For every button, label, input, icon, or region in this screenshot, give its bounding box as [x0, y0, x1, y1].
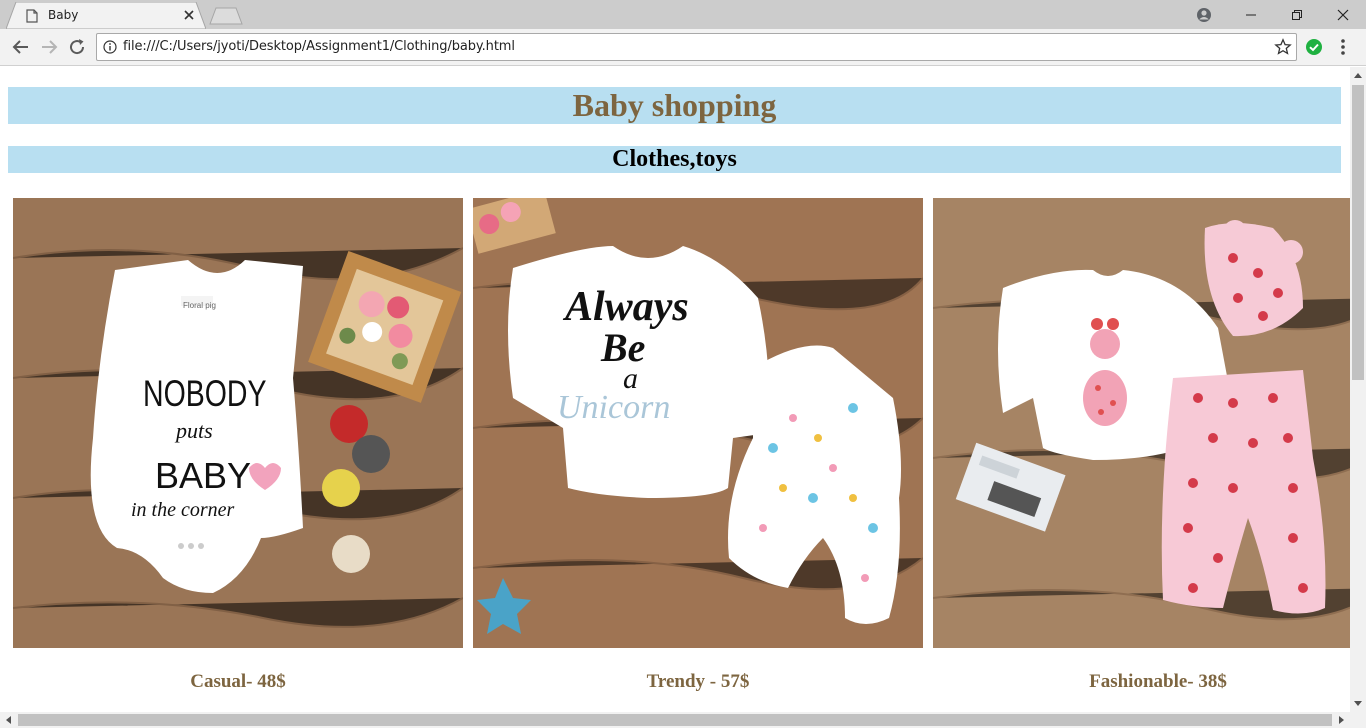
forward-icon[interactable]: [39, 37, 59, 57]
svg-text:Floral pig: Floral pig: [183, 301, 216, 310]
svg-text:BABY: BABY: [155, 455, 251, 496]
page-viewport: Baby shopping Clothes,toys Floral pig NO…: [0, 67, 1350, 712]
minimize-button[interactable]: [1228, 0, 1274, 29]
page-icon: [26, 9, 38, 23]
scroll-left-arrow[interactable]: [0, 712, 16, 728]
product-image-fashionable: [933, 198, 1350, 648]
url-text[interactable]: file:///C:/Users/jyoti/Desktop/Assignmen…: [123, 39, 515, 54]
back-icon[interactable]: [11, 37, 31, 57]
svg-text:puts: puts: [174, 418, 213, 443]
new-tab-button[interactable]: [208, 7, 244, 25]
close-window-icon: [1337, 9, 1349, 20]
close-icon[interactable]: [182, 8, 196, 22]
menu-icon[interactable]: [1336, 37, 1350, 57]
horizontal-scrollbar[interactable]: [0, 712, 1366, 728]
tab-strip: Baby: [0, 0, 1366, 29]
svg-text:in the corner: in the corner: [131, 499, 235, 521]
minimize-icon: [1246, 14, 1256, 15]
product-card: Floral pig NOBODY puts BABY in the corne…: [13, 198, 463, 692]
scroll-up-arrow[interactable]: [1350, 67, 1366, 83]
tab-title: Baby: [48, 8, 79, 22]
vertical-scroll-thumb[interactable]: [1352, 85, 1364, 380]
star-icon[interactable]: [1274, 38, 1292, 56]
product-image-trendy: Always Be a Unicorn: [473, 198, 923, 648]
close-window-button[interactable]: [1320, 0, 1366, 29]
svg-text:Unicorn: Unicorn: [557, 389, 670, 426]
product-caption: Casual- 48$: [190, 671, 286, 692]
product-card: Always Be a Unicorn Trendy - 57$: [473, 198, 923, 692]
browser-tab[interactable]: Baby: [6, 2, 206, 29]
product-caption: Fashionable- 38$: [1089, 671, 1227, 692]
product-card: Fashionable- 38$: [933, 198, 1350, 692]
info-icon[interactable]: [103, 40, 117, 54]
check-icon[interactable]: [1305, 38, 1323, 56]
svg-text:Always: Always: [562, 284, 689, 330]
vertical-scrollbar[interactable]: [1350, 67, 1366, 712]
scroll-right-arrow[interactable]: [1334, 712, 1350, 728]
product-image-casual: Floral pig NOBODY puts BABY in the corne…: [13, 198, 463, 648]
scroll-down-arrow[interactable]: [1350, 696, 1366, 712]
restore-icon: [1292, 9, 1302, 20]
address-bar[interactable]: file:///C:/Users/jyoti/Desktop/Assignmen…: [96, 33, 1297, 61]
profile-icon[interactable]: [1194, 5, 1214, 25]
svg-text:NOBODY: NOBODY: [143, 373, 266, 415]
reload-icon[interactable]: [67, 37, 87, 57]
restore-button[interactable]: [1274, 0, 1320, 29]
page-title: Baby shopping: [8, 87, 1341, 124]
page-subtitle: Clothes,toys: [8, 146, 1341, 173]
product-caption: Trendy - 57$: [646, 671, 750, 692]
browser-toolbar: file:///C:/Users/jyoti/Desktop/Assignmen…: [0, 29, 1366, 66]
horizontal-scroll-thumb[interactable]: [18, 714, 1332, 726]
